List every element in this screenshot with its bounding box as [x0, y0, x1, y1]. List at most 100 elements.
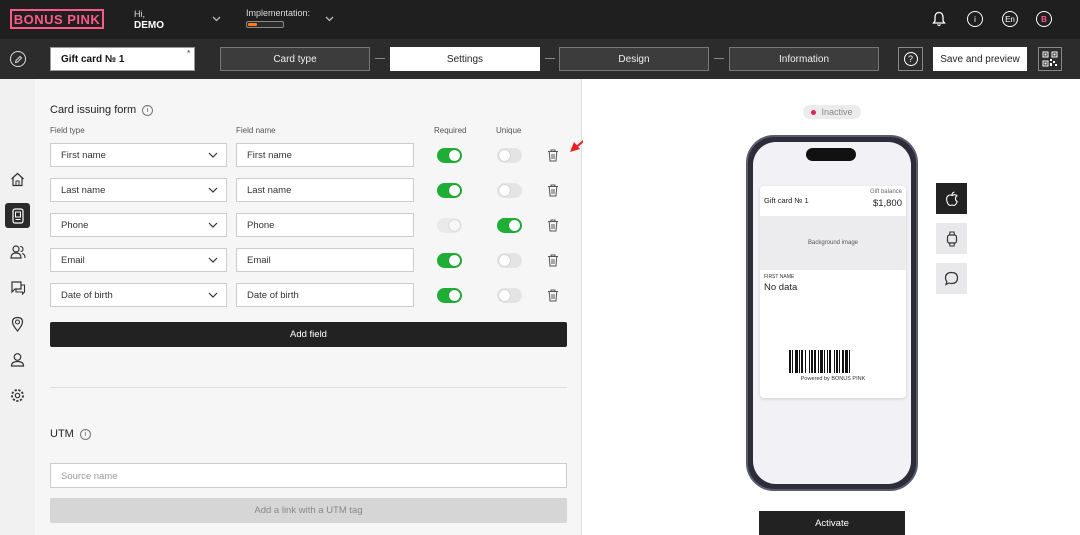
field-type-value: Date of birth [61, 290, 113, 301]
greeting-label: Hi, [134, 9, 145, 19]
barcode [789, 350, 850, 373]
required-toggle-first-name[interactable] [437, 148, 462, 163]
language-icon[interactable]: En [1002, 11, 1018, 27]
location-icon[interactable] [5, 311, 30, 336]
pass-field-value: No data [764, 282, 798, 293]
field-name-input-date-of-birth[interactable]: Date of birth [236, 283, 414, 307]
implementation-chevron-icon[interactable] [323, 13, 335, 25]
delete-field-icon-last-name[interactable] [547, 184, 559, 197]
implementation-label: Implementation: [246, 8, 311, 18]
required-toggle-phone[interactable] [437, 218, 462, 233]
barcode-bar [799, 350, 800, 373]
status-text: Inactive [821, 107, 853, 117]
settings-form-panel: Card issuing form i Field type Field nam… [35, 79, 582, 535]
pass-background-image: Background image [760, 216, 906, 270]
info-icon[interactable]: i [79, 428, 91, 440]
settings-icon[interactable] [5, 383, 30, 408]
field-name-input-last-name[interactable]: Last name [236, 178, 414, 202]
utm-title-text: UTM [50, 428, 74, 440]
toggle-knob [449, 150, 460, 161]
barcode-bar [792, 350, 793, 373]
profile-icon[interactable] [5, 347, 30, 372]
barcode-bar [845, 350, 848, 373]
status-dot [811, 109, 817, 115]
field-type-select-email[interactable]: Email [50, 248, 227, 272]
language-label: En [1002, 11, 1018, 27]
delete-field-icon-date-of-birth[interactable] [547, 289, 559, 302]
field-name-input-first-name[interactable]: First name [236, 143, 414, 167]
barcode-bar [805, 350, 806, 373]
watch-icon[interactable] [936, 223, 967, 254]
tab-settings[interactable]: Settings [390, 47, 540, 71]
apple-icon[interactable] [936, 183, 967, 214]
field-type-select-last-name[interactable]: Last name [50, 178, 227, 202]
field-type-select-phone[interactable]: Phone [50, 213, 227, 237]
required-toggle-email[interactable] [437, 253, 462, 268]
section-title-text: Card issuing form [50, 104, 137, 116]
pass-card-name: Gift card № 1 [764, 196, 809, 205]
avatar-letter: B [1036, 11, 1052, 27]
phone-mockup: Gift card № 1 Gift balance $1,800 Backgr… [746, 135, 918, 491]
unique-toggle-last-name[interactable] [497, 183, 522, 198]
avatar[interactable]: B [1036, 11, 1052, 27]
unique-toggle-phone[interactable] [497, 218, 522, 233]
card-icon[interactable] [5, 203, 30, 228]
add-field-button[interactable]: Add field [50, 322, 567, 347]
delete-field-icon-first-name[interactable] [547, 149, 559, 162]
toggle-knob [449, 220, 460, 231]
pass-balance-label: Gift balance [869, 189, 902, 195]
tab-information[interactable]: Information [729, 47, 879, 71]
card-name-input[interactable]: Gift card № 1 * [50, 47, 195, 71]
field-name-input-email[interactable]: Email [236, 248, 414, 272]
chevron-down-icon [208, 255, 218, 265]
activate-button[interactable]: Activate [759, 511, 905, 535]
edit-icon[interactable] [10, 51, 26, 67]
add-utm-link-button[interactable]: Add a link with a UTM tag [50, 498, 567, 523]
bell-icon[interactable] [931, 11, 947, 27]
save-and-preview-button[interactable]: Save and preview [933, 47, 1027, 71]
qr-code-button[interactable] [1038, 47, 1062, 71]
field-name-input-phone[interactable]: Phone [236, 213, 414, 237]
unique-toggle-date-of-birth[interactable] [497, 288, 522, 303]
users-icon[interactable] [5, 239, 30, 264]
phone-screen: Gift card № 1 Gift balance $1,800 Backgr… [753, 142, 911, 484]
field-type-select-date-of-birth[interactable]: Date of birth [50, 283, 227, 307]
required-asterisk: * [187, 50, 190, 57]
wallet-pass: Gift card № 1 Gift balance $1,800 Backgr… [760, 186, 906, 398]
tab-design[interactable]: Design [559, 47, 709, 71]
implementation-bar [246, 21, 284, 28]
user-name: DEMO [134, 20, 164, 31]
chevron-down-icon [208, 150, 218, 160]
source-name-input[interactable]: Source name [50, 463, 567, 488]
required-toggle-last-name[interactable] [437, 183, 462, 198]
toggle-knob [499, 290, 510, 301]
toggle-knob [509, 220, 520, 231]
delete-field-icon-email[interactable] [547, 254, 559, 267]
home-icon[interactable] [5, 167, 30, 192]
qr-icon [1042, 51, 1058, 67]
info-circle: i [967, 11, 983, 27]
user-menu-chevron-icon[interactable] [210, 13, 222, 25]
barcode-bar [820, 350, 823, 373]
column-header-required: Required [434, 126, 467, 135]
pass-powered-by: Powered by BONUS PINK [800, 376, 866, 382]
sidebar [0, 79, 35, 535]
barcode-bar [839, 350, 840, 373]
required-toggle-date-of-birth[interactable] [437, 288, 462, 303]
tab-card-type[interactable]: Card type [220, 47, 370, 71]
toggle-knob [499, 255, 510, 266]
barcode-bar [829, 350, 831, 373]
message-icon[interactable] [936, 263, 967, 294]
barcode-bar [834, 350, 835, 373]
info-icon[interactable]: i [142, 104, 154, 116]
delete-field-icon-phone[interactable] [547, 219, 559, 232]
info-icon[interactable]: i [967, 11, 983, 27]
logo[interactable]: BONUS PINK [10, 9, 104, 29]
card-issuing-form-title: Card issuing form i [50, 104, 154, 116]
implementation-bar-fill [248, 23, 257, 26]
help-button[interactable]: ? [898, 47, 923, 71]
unique-toggle-first-name[interactable] [497, 148, 522, 163]
unique-toggle-email[interactable] [497, 253, 522, 268]
chat-icon[interactable] [5, 275, 30, 300]
field-type-select-first-name[interactable]: First name [50, 143, 227, 167]
